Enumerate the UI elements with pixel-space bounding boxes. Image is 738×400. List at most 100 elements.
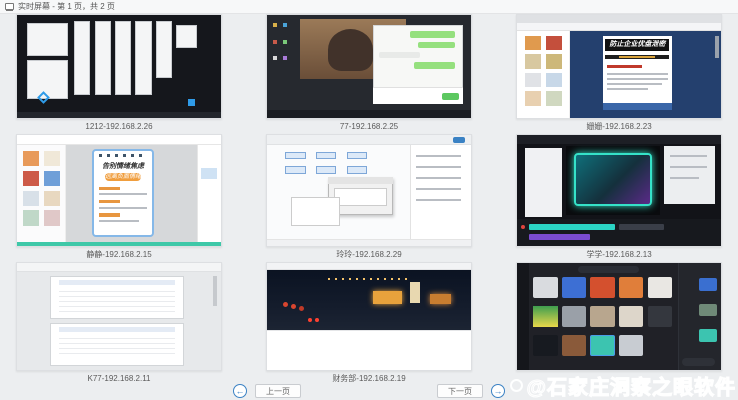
template-card[interactable]: [562, 277, 586, 298]
list-row: [416, 155, 461, 157]
night-photo: [267, 270, 471, 330]
title-bar: 实时屏幕 - 第 1 页，共 2 页: [0, 0, 738, 14]
scrollbar[interactable]: [715, 36, 719, 59]
next-page-button[interactable]: 下一页: [437, 384, 483, 398]
next-arrow-button[interactable]: →: [491, 384, 505, 398]
screen-label: 玲玲-192.168.2.29: [266, 247, 472, 262]
search-pill[interactable]: [578, 266, 639, 272]
screen-thumbnail[interactable]: [516, 262, 722, 371]
doc-thumb: [546, 36, 562, 50]
text-line: [607, 83, 662, 85]
comment-input[interactable]: [682, 358, 715, 365]
sheet-rows: [59, 334, 176, 358]
screen-thumbnail[interactable]: [516, 134, 722, 247]
page-thumb: [44, 191, 60, 207]
text-line: [99, 220, 139, 222]
flow-node: [285, 166, 305, 174]
prev-page-button[interactable]: 上一页: [255, 384, 301, 398]
screen-label: K77-192.168.2.11: [16, 371, 222, 386]
desktop-icon: [283, 56, 287, 60]
list-row: [416, 166, 461, 168]
page-thumb: [23, 210, 39, 226]
template-card[interactable]: [533, 335, 557, 356]
scrollbar[interactable]: [213, 276, 217, 306]
timeline-clip: [529, 234, 590, 241]
doc-thumb: [546, 73, 562, 87]
timeline-clip: [529, 224, 615, 231]
text-line: [99, 207, 147, 209]
page-thumb: [44, 210, 60, 226]
template-card[interactable]: [562, 335, 586, 356]
screen-cell: K77-192.168.2.11: [16, 262, 222, 386]
monitor-icon: [5, 3, 14, 10]
screen-thumbnail[interactable]: [16, 14, 222, 119]
text-line: [607, 78, 668, 80]
template-card[interactable]: [619, 306, 643, 327]
mini-taskbar: [17, 112, 221, 118]
mini-window: [176, 25, 196, 48]
blank-document: [267, 330, 471, 370]
desktop-icon: [273, 56, 277, 60]
screen-cell: 防止企业优盘泄密 姗姗-192.168.2.23: [516, 14, 722, 134]
primary-button: [453, 137, 465, 143]
template-card-selected[interactable]: [590, 335, 614, 356]
template-card[interactable]: [533, 277, 557, 298]
screen-cell: 77-192.168.2.25: [266, 14, 472, 134]
template-card[interactable]: [590, 306, 614, 327]
mini-window: [115, 21, 131, 95]
section-header: [99, 200, 120, 203]
right-arrow-icon: →: [494, 386, 503, 396]
pager: ← 上一页 下一页 →: [233, 384, 505, 398]
template-card[interactable]: [648, 306, 672, 327]
red-heading: [607, 65, 642, 68]
sheet-header: [59, 327, 176, 332]
text-line: [99, 193, 147, 195]
note-card: 告别情绪焦虑 远离负面情绪: [92, 149, 153, 237]
mini-window: [27, 23, 68, 56]
dialog-content: [334, 188, 387, 206]
list-panel: [410, 145, 471, 239]
doc-thumb: [525, 54, 541, 68]
template-card[interactable]: [590, 277, 614, 298]
template-card[interactable]: [562, 306, 586, 327]
screen-thumbnail[interactable]: [16, 262, 222, 371]
template-card[interactable]: [648, 277, 672, 298]
page-thumb: [23, 151, 39, 167]
sheet-header: [59, 280, 176, 285]
template-card[interactable]: [533, 306, 557, 327]
list-row: [416, 177, 461, 179]
send-button: [442, 93, 458, 100]
lantern-lights: [283, 302, 288, 307]
doc-page: 防止企业优盘泄密: [603, 36, 672, 110]
screen-label: 77-192.168.2.25: [266, 119, 472, 134]
screens-grid: 1212-192.168.2.26 77-192.168.2.25: [0, 14, 738, 386]
page-thumb: [44, 171, 60, 187]
screen-cell: 玲玲-192.168.2.29: [266, 134, 472, 262]
screen-thumbnail[interactable]: 告别情绪焦虑 远离负面情绪: [16, 134, 222, 247]
doc-banner: 防止企业优盘泄密: [605, 39, 669, 51]
doc-footer: [603, 103, 672, 110]
screen-thumbnail[interactable]: [266, 134, 472, 247]
template-card[interactable]: [619, 335, 643, 356]
prev-arrow-button[interactable]: ←: [233, 384, 247, 398]
screen-label: 姗姗-192.168.2.23: [516, 119, 722, 134]
doc-thumb: [525, 91, 541, 105]
sheet-page: [50, 276, 185, 319]
screen-thumbnail[interactable]: [266, 262, 472, 371]
editor-topbar: [517, 135, 721, 144]
screen-cell: 学学-192.168.2.13: [516, 134, 722, 262]
sheet-page: [50, 323, 185, 366]
desktop-icon: [273, 23, 277, 27]
template-card[interactable]: [619, 277, 643, 298]
desktop-icon: [283, 23, 287, 27]
preview-thumb: [699, 278, 717, 291]
browser-toolbar: [517, 23, 721, 31]
screen-thumbnail[interactable]: 防止企业优盘泄密: [516, 14, 722, 119]
flow-node: [347, 166, 367, 174]
list-row: [416, 188, 461, 190]
flow-node: [347, 152, 367, 160]
mini-window: [95, 21, 111, 95]
mini-window: [291, 197, 340, 226]
gold-bar-inner: [619, 56, 655, 58]
screen-thumbnail[interactable]: [266, 14, 472, 119]
